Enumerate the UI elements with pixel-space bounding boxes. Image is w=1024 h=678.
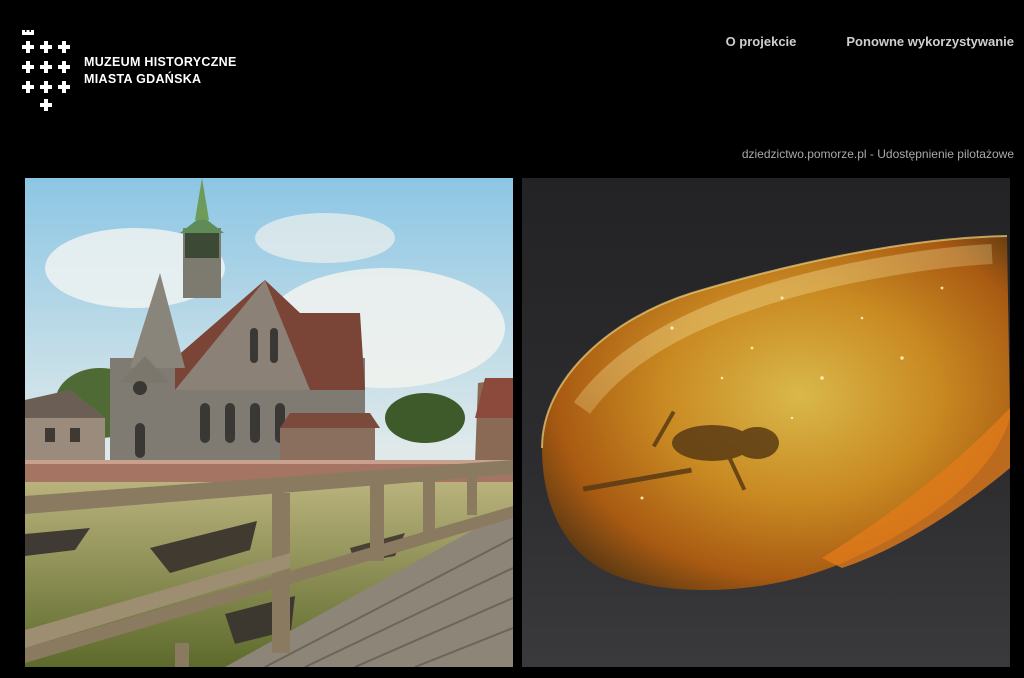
gallery-tile-church[interactable] (25, 178, 513, 667)
logo-line-1: MUZEUM HISTORYCZNE (84, 55, 237, 69)
nav-link-reuse[interactable]: Ponowne wykorzystywanie (846, 34, 1014, 49)
museum-logo[interactable]: MUZEUM HISTORYCZNE MIASTA GDAŃSKA (20, 30, 237, 112)
logo-text: MUZEUM HISTORYCZNE MIASTA GDAŃSKA (84, 54, 237, 88)
amber-photo (522, 178, 1010, 667)
site-tagline: dziedzictwo.pomorze.pl - Udostępnienie p… (741, 147, 1014, 161)
gallery-tile-amber[interactable] (522, 178, 1010, 667)
top-nav: O projekcie Ponowne wykorzystywanie (676, 34, 1014, 49)
logo-line-2: MIASTA GDAŃSKA (84, 72, 202, 86)
nav-link-about[interactable]: O projekcie (726, 34, 797, 49)
crosses-crest-icon (20, 30, 72, 112)
church-photo (25, 178, 513, 667)
